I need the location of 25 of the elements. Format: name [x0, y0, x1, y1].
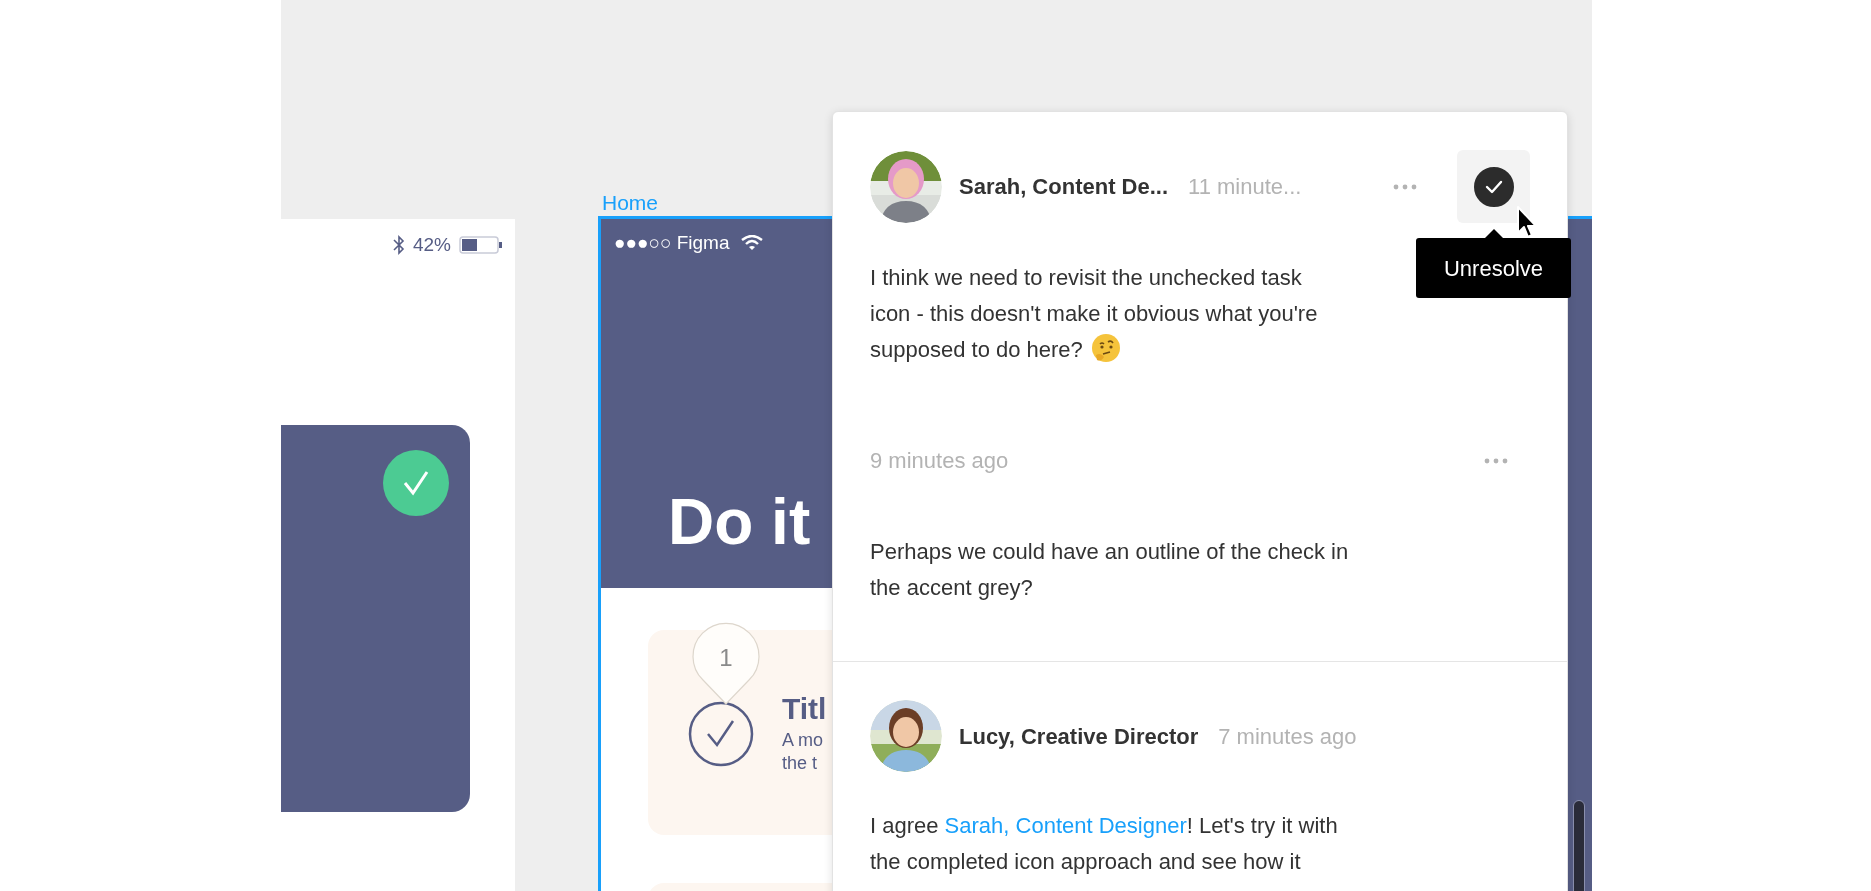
scrollbar[interactable]	[1573, 800, 1585, 891]
mention-link[interactable]: Sarah, Content Designer	[944, 813, 1187, 838]
tooltip-text: Unresolve	[1443, 254, 1543, 283]
pin-number: 1	[718, 643, 734, 673]
comment-time: 7 minutes ago	[1218, 722, 1357, 751]
comment-text: I agree Sarah, Content Designer! Let's try it with the completed icon approach and see how it	[870, 812, 1338, 876]
bluetooth-icon	[392, 235, 405, 255]
comment-text: Perhaps we could have an outline of the check in the accent grey?	[870, 538, 1349, 602]
comment-text: I think we need to revisit the unchecked task icon - this doesn't make it obvious what you're supposed to do here?	[870, 264, 1318, 365]
task-description: A mo the t	[782, 729, 825, 775]
battery-icon	[459, 235, 503, 255]
battery-percentage: 42%	[412, 232, 451, 257]
task-title: Titl	[782, 691, 827, 727]
thinking-emoji-icon	[1090, 333, 1121, 363]
comment-time: 11 minute...	[1188, 173, 1302, 201]
author-name: Lucy, Creative Director	[959, 722, 1199, 751]
page-heading: Do it	[668, 490, 811, 554]
frame-label[interactable]: Home	[602, 187, 659, 219]
resolve-button[interactable]	[1457, 150, 1530, 223]
wifi-icon	[741, 235, 764, 252]
comment-pin[interactable]: 1	[689, 622, 763, 706]
check-icon	[1473, 166, 1514, 207]
comment-time: 9 minutes ago	[870, 447, 1009, 475]
carrier-text: ●●●○○ Figma	[614, 231, 730, 255]
author-name: Sarah, Content De...	[959, 173, 1169, 201]
